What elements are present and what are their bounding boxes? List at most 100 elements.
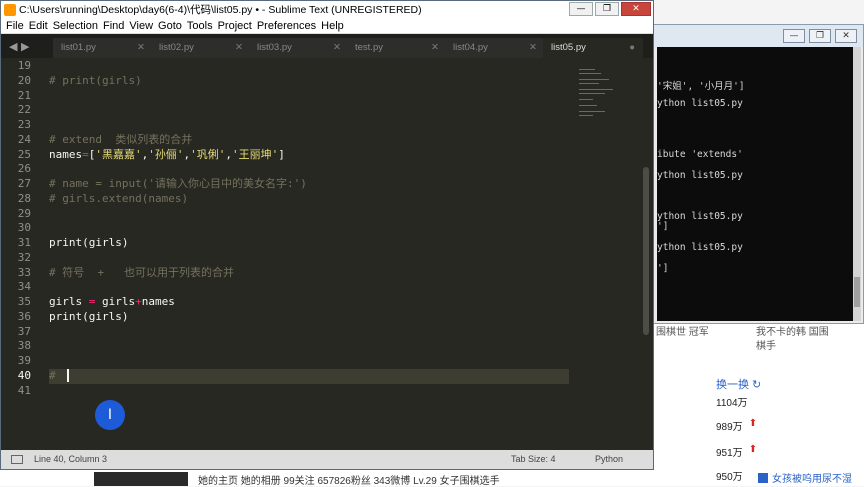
tab-list02-py[interactable]: list02.py ✕ [151, 38, 251, 58]
line-number: 25 [17, 147, 31, 161]
menu-tools[interactable]: Tools [187, 20, 213, 32]
line-number: 32 [17, 250, 31, 264]
code-editor[interactable]: 19 20 21 22 23 24 25 26 27 28 29 30 31 32 33 34 35 36 37 38… [1, 59, 653, 451]
code-area[interactable]: # print(girls) # extend 类似列表的合并 names=['黑嘉… [49, 59, 569, 398]
tab-size-selector[interactable]: Tab Size: 4 [511, 450, 556, 469]
line-number: 35 [17, 295, 31, 308]
line-number: 27 [17, 177, 31, 190]
hot-list-row[interactable]: 989万 ⬆ [716, 418, 757, 433]
menu-goto[interactable]: Goto [158, 20, 182, 32]
console-titlebar: — ❐ ✕ [651, 25, 863, 47]
code-line[interactable]: # name = input('请输入你心目中的美女名字:') [49, 177, 569, 192]
code-line[interactable]: # print(girls) [49, 74, 569, 89]
tab-close-icon[interactable]: ✕ [431, 38, 439, 58]
console-maximize-button[interactable]: ❐ [809, 29, 831, 43]
bottom-link[interactable]: 女孩被呜用尿不湿 [758, 470, 852, 485]
menu-bar: File Edit Selection Find View Goto Tools Projec… [1, 18, 653, 34]
code-line[interactable] [49, 103, 569, 118]
hot-list-row[interactable]: 1104万 [716, 394, 748, 409]
code-line[interactable] [49, 251, 569, 266]
menu-view[interactable]: View [129, 20, 153, 32]
profile-thumbnail[interactable] [94, 472, 188, 486]
code-line[interactable] [49, 384, 569, 399]
minimize-button[interactable]: — [569, 2, 593, 16]
code-line[interactable]: # girls.extend(names) [49, 192, 569, 207]
console-line: '宋姐', '小月月'] [657, 81, 745, 92]
refresh-list-link[interactable]: 换一换 ↻ [716, 376, 761, 392]
code-line[interactable] [49, 221, 569, 236]
code-line[interactable]: # extend 类似列表的合并 [49, 133, 569, 148]
line-number: 23 [17, 118, 31, 131]
editor-scrollbar[interactable] [643, 59, 649, 451]
news-item[interactable]: 我不卡的韩 国围棋手 [756, 326, 836, 354]
profile-strip: 她的主页 她的相册 99关注 657826粉丝 343微博 Lv.29 女子围棋… [0, 470, 650, 487]
menu-find[interactable]: Find [103, 20, 124, 32]
hot-list-row[interactable]: 951万 ⬆ [716, 444, 757, 459]
menu-file[interactable]: File [6, 20, 24, 32]
line-number: 28 [17, 191, 31, 205]
code-line[interactable]: print(girls) [49, 310, 569, 325]
menu-edit[interactable]: Edit [29, 20, 48, 32]
minimap[interactable] [579, 65, 635, 125]
profile-stats: 她的主页 她的相册 99关注 657826粉丝 343微博 Lv.29 女子围棋… [198, 476, 500, 487]
tab-close-icon[interactable]: ✕ [333, 38, 341, 58]
code-line[interactable] [49, 339, 569, 354]
console-line: '] [657, 263, 669, 274]
code-line[interactable] [49, 280, 569, 295]
code-line[interactable] [49, 354, 569, 369]
code-line[interactable]: # 符号 + 也可以用于列表的合并 [49, 266, 569, 281]
console-line: ython list05.py [657, 170, 743, 181]
tab-close-icon[interactable]: ✕ [529, 38, 537, 58]
line-number: 21 [17, 88, 31, 102]
code-line[interactable] [49, 89, 569, 104]
menu-preferences[interactable]: Preferences [257, 20, 316, 32]
tab-close-icon[interactable]: ✕ [235, 38, 243, 58]
tab-close-icon[interactable]: ✕ [137, 38, 145, 58]
unsaved-dot-icon[interactable]: ● [629, 38, 635, 58]
cursor-position: Line 40, Column 3 [34, 454, 108, 464]
status-bar: Line 40, Column 3 Tab Size: 4 Python [1, 450, 653, 469]
console-scrollbar[interactable] [853, 47, 861, 321]
code-line[interactable]: names=['黑嘉嘉','孙俪','巩俐','王丽坤'] [49, 148, 569, 163]
code-line[interactable]: print(girls) [49, 236, 569, 251]
line-number: 34 [17, 280, 31, 294]
tab-label: list05.py [551, 42, 586, 53]
line-number: 22 [17, 103, 31, 117]
line-number: 36 [17, 309, 31, 323]
hot-list-row[interactable]: 950万 [716, 468, 743, 483]
code-line[interactable] [49, 59, 569, 74]
hot-count: 989万 [716, 422, 743, 433]
console-line: ython list05.py [657, 211, 743, 222]
console-minimize-button[interactable]: — [783, 29, 805, 43]
menu-help[interactable]: Help [321, 20, 344, 32]
tab-label: list03.py [257, 42, 292, 53]
code-line[interactable]: girls = girls+names [49, 295, 569, 310]
checkbox-icon [758, 472, 768, 483]
tab-nav-arrows-icon[interactable]: ◀ ▶ [9, 40, 29, 53]
code-line[interactable] [49, 162, 569, 177]
code-line[interactable] [49, 325, 569, 340]
maximize-button[interactable]: ❐ [595, 2, 619, 16]
news-item[interactable]: 围棋世 冠军 [656, 326, 736, 354]
line-number: 29 [17, 206, 31, 220]
menu-selection[interactable]: Selection [53, 20, 98, 32]
tab-list01-py[interactable]: list01.py ✕ [53, 38, 153, 58]
code-line[interactable] [49, 207, 569, 222]
code-line[interactable]: # [49, 368, 569, 384]
tab-label: test.py [355, 42, 383, 53]
syntax-selector[interactable]: Python [595, 450, 623, 469]
tab-list05-py[interactable]: list05.py ● [543, 38, 643, 58]
console-close-button[interactable]: ✕ [835, 29, 857, 43]
tab-list04-py[interactable]: list04.py ✕ [445, 38, 545, 58]
console-line: ibute 'extends' [657, 149, 743, 160]
close-button[interactable]: ✕ [621, 2, 651, 16]
menu-project[interactable]: Project [218, 20, 252, 32]
tab-list03-py[interactable]: list03.py ✕ [249, 38, 349, 58]
hot-count: 951万 [716, 448, 743, 459]
tab-bar: ◀ ▶ ▼ list01.py✕list02.py✕list03.py✕test… [1, 34, 653, 58]
code-line[interactable] [49, 118, 569, 133]
sublime-logo-icon [4, 3, 16, 16]
panel-toggle-icon[interactable] [11, 455, 23, 464]
tab-test-py[interactable]: test.py ✕ [347, 38, 447, 58]
console-output: '宋姐', '小月月'] ython list05.py ibute 'extend… [657, 47, 855, 321]
